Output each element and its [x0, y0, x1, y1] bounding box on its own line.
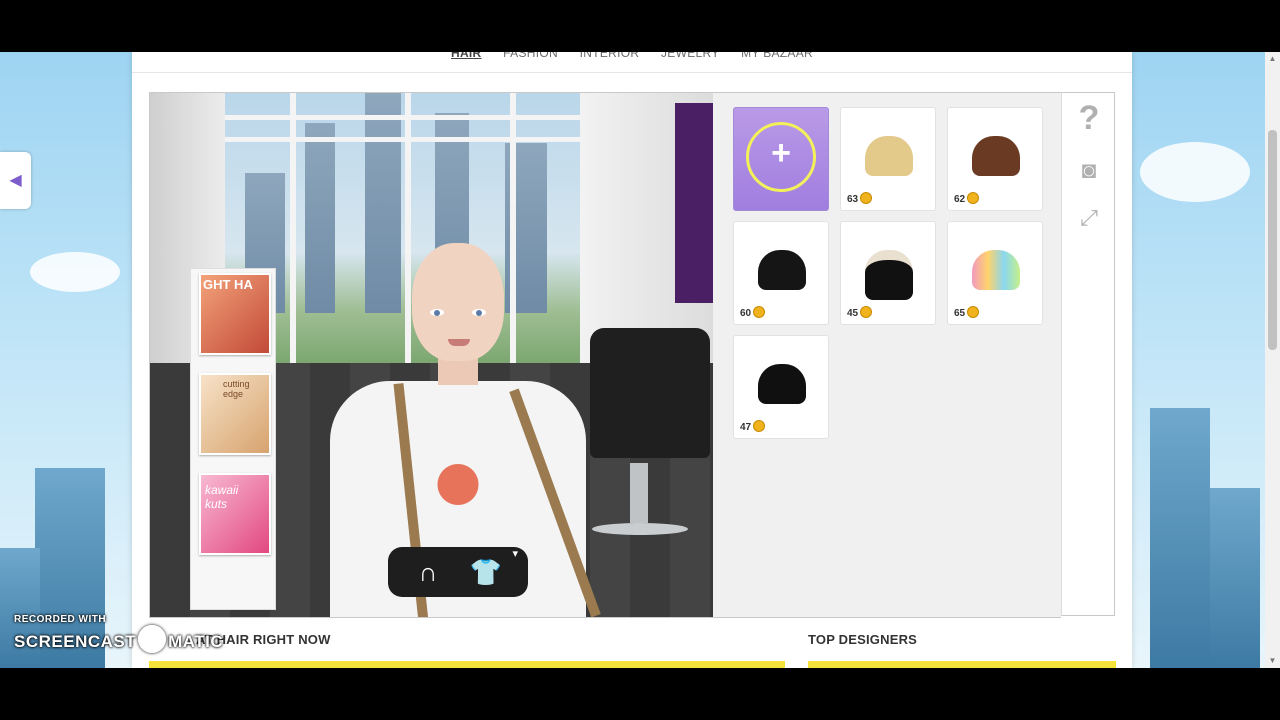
coin-icon — [753, 306, 766, 318]
background-building — [1210, 488, 1260, 668]
hair-price: 60 — [740, 306, 766, 319]
magazine-title: cutting edge — [223, 379, 250, 399]
salon-scene: GHT HA cutting edge kawaii kuts ∩ 👕 ▾ — [149, 92, 715, 618]
salon-chair-base — [630, 463, 648, 523]
nav-item-jewelry[interactable]: JEWELRY — [661, 52, 720, 60]
nav-item-interior[interactable]: INTERIOR — [580, 52, 640, 60]
avatar-eye — [430, 309, 444, 316]
magazine-title: GHT HA — [203, 277, 253, 292]
nav-item-my-bazaar[interactable]: MY BAZAAR — [741, 52, 813, 60]
hair-preview — [758, 250, 806, 290]
scroll-thumb[interactable] — [1268, 130, 1277, 350]
page-scrollbar[interactable]: ▲ ▼ — [1265, 52, 1280, 668]
avatar-mouth — [448, 339, 470, 346]
magazine[interactable]: cutting edge — [199, 373, 271, 455]
salon-chair-foot — [592, 523, 688, 535]
outfit-icon[interactable]: 👕 — [466, 555, 506, 589]
hair-tile[interactable]: 62 — [947, 107, 1043, 211]
background-cloud — [30, 252, 120, 292]
hair-tile[interactable]: 45 — [840, 221, 936, 325]
chevron-down-icon[interactable]: ▾ — [512, 547, 518, 560]
hair-preview — [865, 136, 913, 176]
crab-print — [415, 453, 501, 523]
magazine-title: kawaii kuts — [205, 483, 239, 511]
add-plus-icon: + — [771, 134, 791, 172]
top-designers-heading: TOP DESIGNERS — [808, 632, 918, 647]
hair-icon[interactable]: ∩ — [408, 555, 448, 589]
magazine[interactable]: kawaii kuts — [199, 473, 271, 555]
hair-tile[interactable]: 47 — [733, 335, 829, 439]
screencast-logo-icon — [138, 625, 167, 653]
scroll-up-icon[interactable]: ▲ — [1265, 54, 1280, 63]
avatar-toolbar: ∩ 👕 ▾ — [388, 547, 528, 597]
nav-item-fashion[interactable]: FASHION — [503, 52, 558, 60]
hair-price: 63 — [847, 192, 873, 205]
megaphone-icon: ◀ — [9, 172, 22, 189]
coin-icon — [753, 420, 766, 432]
hair-tile[interactable]: 63 — [840, 107, 936, 211]
window-skyscraper — [365, 93, 401, 313]
avatar-head — [412, 243, 504, 361]
camera-icon[interactable]: ◙ — [1062, 157, 1116, 185]
help-icon[interactable]: ? — [1062, 99, 1116, 138]
magazine-rack: GHT HA cutting edge kawaii kuts — [190, 268, 276, 610]
hair-preview — [758, 364, 806, 404]
hair-price: 47 — [740, 420, 766, 433]
top-navigation: HAIR FASHION INTERIOR JEWELRY MY BAZAAR — [132, 52, 1132, 73]
coin-icon — [967, 306, 980, 318]
hair-grid: + 63 62 60 45 65 47 — [713, 92, 1061, 618]
hot-hair-banner[interactable] — [149, 661, 785, 668]
coin-icon — [860, 192, 873, 204]
salon-chair — [590, 328, 710, 458]
watermark-line2: SCREENCAST MATIC — [14, 625, 223, 653]
window-skyscraper — [305, 123, 335, 313]
hair-preview — [972, 136, 1020, 176]
side-toolbar: ? ◙ ⤢ — [1061, 92, 1115, 616]
window-frame — [225, 115, 580, 120]
purple-panel — [675, 103, 714, 303]
main-card: HAIR FASHION INTERIOR JEWELRY MY BAZAAR — [132, 52, 1132, 668]
avatar-eye — [472, 309, 486, 316]
hair-price: 45 — [847, 306, 873, 319]
background-building — [1150, 408, 1210, 668]
hair-preview — [865, 250, 913, 300]
coin-icon — [860, 306, 873, 318]
scroll-down-icon[interactable]: ▼ — [1265, 656, 1280, 665]
magazine[interactable]: GHT HA — [199, 273, 271, 355]
hair-tile[interactable]: 65 — [947, 221, 1043, 325]
watermark-line1: RECORDED WITH — [14, 614, 107, 625]
hair-price: 62 — [954, 192, 980, 205]
browser-viewport: ◀ HAIR FASHION INTERIOR JEWELRY MY BAZAA… — [0, 52, 1280, 668]
nav-item-hair[interactable]: HAIR — [451, 52, 482, 60]
coin-icon — [967, 192, 980, 204]
top-designers-banner[interactable] — [808, 661, 1116, 668]
fullscreen-icon[interactable]: ⤢ — [1062, 205, 1116, 231]
hair-tile[interactable]: 60 — [733, 221, 829, 325]
background-cloud — [1140, 142, 1250, 202]
recording-watermark: RECORDED WITH SCREENCAST MATIC — [14, 614, 223, 653]
add-hair-tile[interactable]: + — [733, 107, 829, 211]
feedback-tab[interactable]: ◀ — [0, 152, 31, 209]
hair-preview — [972, 250, 1020, 290]
hair-price: 65 — [954, 306, 980, 319]
window-frame — [225, 137, 580, 142]
